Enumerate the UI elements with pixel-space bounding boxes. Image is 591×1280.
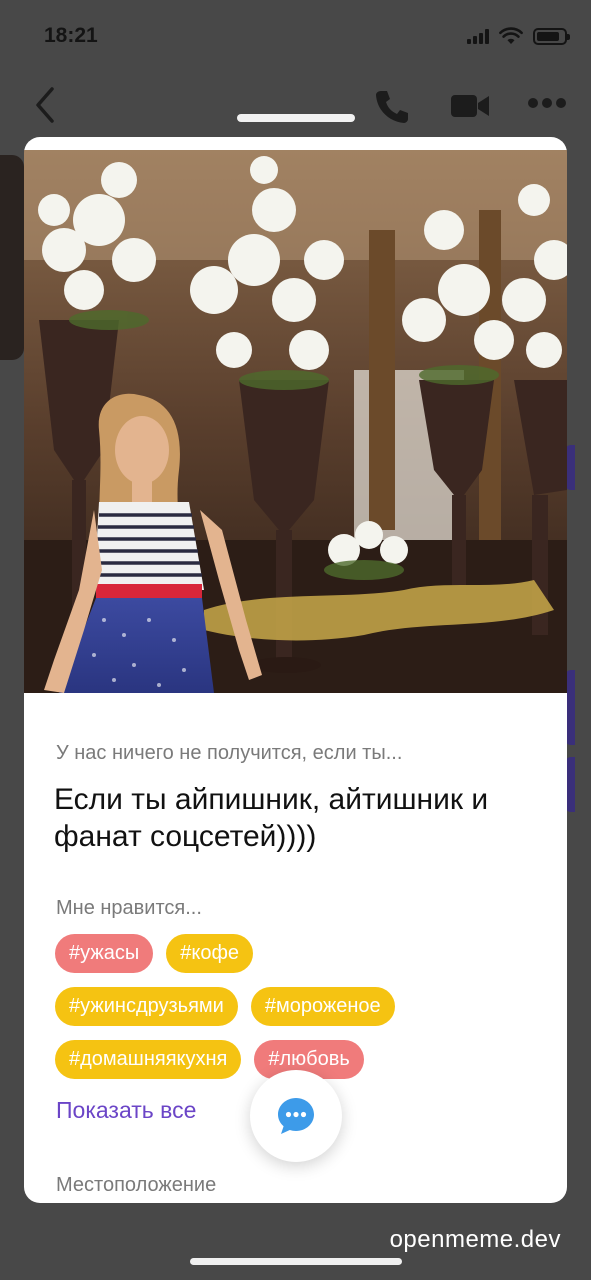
watermark-text: openmeme.dev <box>389 1226 561 1253</box>
location-label: Местоположение <box>56 1174 217 1196</box>
chat-button[interactable] <box>250 1070 342 1162</box>
sheet-grabber[interactable] <box>237 114 355 122</box>
profile-photo <box>24 150 567 693</box>
wifi-icon <box>499 27 523 44</box>
prompt-question: У нас ничего не получится, если ты... <box>56 742 403 764</box>
chevron-left-icon[interactable] <box>30 85 60 125</box>
profile-sheet: У нас ничего не получится, если ты... Ес… <box>24 137 567 1203</box>
status-icons <box>467 26 570 46</box>
tag-chip[interactable]: #домашняякухня <box>55 1040 242 1079</box>
tag-chip[interactable]: #ужинсдрузьями <box>55 987 238 1026</box>
home-indicator <box>190 1258 402 1265</box>
tag-chip[interactable]: #кофе <box>166 934 254 973</box>
tag-chip[interactable]: #ужасы <box>55 934 154 973</box>
prompt-answer: Если ты айпишник, айтишник и фанат соцсе… <box>54 783 489 853</box>
likes-label: Мне нравится... <box>56 897 202 919</box>
chat-header <box>0 75 591 135</box>
tag-chip[interactable]: #мороженое <box>250 987 395 1026</box>
status-bar: 18:21 <box>0 0 591 70</box>
phone-icon[interactable] <box>372 87 412 127</box>
video-camera-icon[interactable] <box>450 91 490 121</box>
show-all-link[interactable]: Показать все <box>56 1097 196 1124</box>
status-time: 18:21 <box>44 24 98 47</box>
more-dots-icon[interactable] <box>527 97 567 109</box>
chat-photo-thumbnail <box>0 155 24 360</box>
battery-icon <box>533 27 570 45</box>
cellular-signal-icon <box>467 28 489 44</box>
chat-bubble-icon <box>278 1098 314 1134</box>
